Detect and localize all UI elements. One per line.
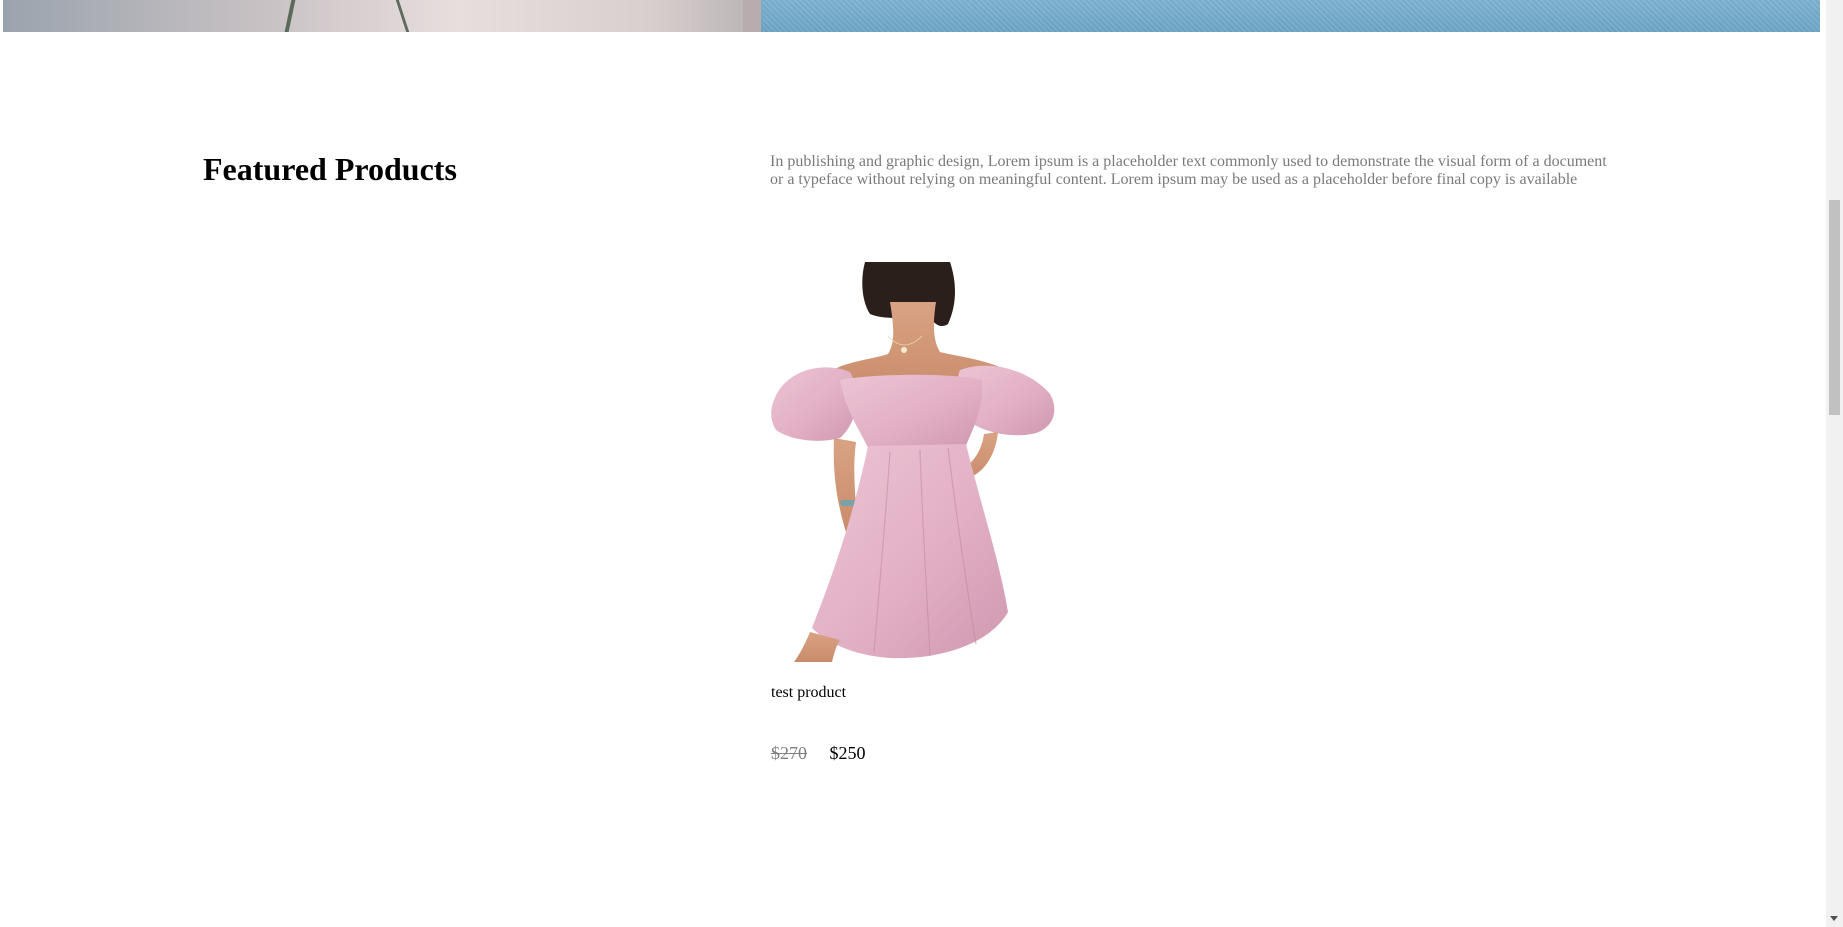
sale-price: $250 — [829, 743, 866, 763]
scroll-down-arrow-icon[interactable] — [1826, 910, 1843, 927]
hero-banner-detail — [743, 0, 761, 32]
scrollbar-thumb[interactable] — [1829, 200, 1840, 415]
product-image[interactable] — [770, 262, 1060, 662]
product-card[interactable]: test product $270 $250 — [770, 262, 1060, 763]
pink-dress-photo-icon — [771, 262, 1055, 662]
original-price: $270 — [771, 743, 807, 763]
product-name[interactable]: test product — [771, 684, 846, 702]
page-viewport: Featured Products In publishing and grap… — [0, 0, 1843, 927]
hero-banner-image — [3, 0, 1820, 32]
section-description: In publishing and graphic design, Lorem … — [770, 153, 1607, 188]
price-row: $270 $250 — [771, 743, 866, 764]
section-title: Featured Products — [203, 151, 457, 187]
hero-banner-right-photo — [763, 0, 1820, 32]
vertical-scrollbar[interactable] — [1826, 0, 1843, 927]
hero-banner-left-photo — [3, 0, 761, 32]
